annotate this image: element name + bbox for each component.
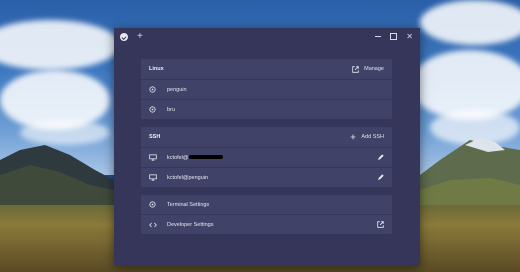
- settings-section: Terminal Settings Developer Settings: [141, 195, 392, 234]
- manage-button[interactable]: Manage: [352, 65, 384, 73]
- redacted-host: [189, 155, 224, 160]
- terminal-home: Linux Manage penguin bru SSH Add SSH kct…: [141, 59, 392, 242]
- linux-section: Linux Manage penguin bru: [141, 59, 392, 119]
- ssh-header: SSH Add SSH: [141, 127, 392, 148]
- window-controls: ✕: [375, 32, 413, 41]
- section-title: SSH: [149, 134, 161, 140]
- plus-icon: [350, 134, 356, 140]
- ssh-section: SSH Add SSH kctofel@ kctofel@penguin: [141, 127, 392, 187]
- container-name: penguin: [167, 86, 187, 93]
- gear-circle-icon: [149, 106, 161, 113]
- add-ssh-button[interactable]: Add SSH: [350, 134, 384, 140]
- minimize-icon[interactable]: [375, 36, 382, 37]
- open-external-icon: [352, 65, 359, 73]
- gear-icon: [149, 201, 161, 208]
- container-row-penguin[interactable]: penguin: [141, 80, 392, 100]
- add-ssh-label: Add SSH: [361, 134, 384, 140]
- pencil-icon[interactable]: [377, 174, 384, 181]
- pencil-icon[interactable]: [377, 154, 384, 161]
- new-tab-button[interactable]: +: [137, 31, 143, 42]
- monitor-icon: [149, 154, 161, 161]
- close-icon[interactable]: ✕: [406, 32, 413, 41]
- monitor-icon: [149, 174, 161, 181]
- ssh-connection-label: kctofel@penguin: [167, 174, 209, 181]
- code-brackets-icon: [149, 222, 161, 228]
- container-row-bru[interactable]: bru: [141, 100, 392, 119]
- section-title: Linux: [149, 66, 164, 72]
- ssh-connection-row[interactable]: kctofel@penguin: [141, 168, 392, 187]
- ssh-user: kctofel@: [167, 154, 189, 161]
- maximize-icon[interactable]: [390, 33, 398, 40]
- open-external-icon[interactable]: [377, 221, 384, 228]
- terminal-settings-row[interactable]: Terminal Settings: [141, 195, 392, 215]
- terminal-app-icon[interactable]: [120, 32, 128, 41]
- ssh-connection-row[interactable]: kctofel@: [141, 148, 392, 168]
- manage-label: Manage: [364, 66, 384, 72]
- ssh-connection-label: kctofel@: [167, 154, 224, 161]
- developer-settings-label: Developer Settings: [167, 221, 214, 228]
- terminal-settings-label: Terminal Settings: [167, 201, 210, 208]
- container-name: bru: [167, 106, 175, 113]
- developer-settings-row[interactable]: Developer Settings: [141, 215, 392, 234]
- gear-circle-icon: [149, 86, 161, 93]
- title-bar: + ✕: [114, 28, 420, 45]
- linux-header: Linux Manage: [141, 59, 392, 80]
- terminal-window: + ✕ Linux Manage penguin bru SSH Add SSH…: [114, 28, 420, 266]
